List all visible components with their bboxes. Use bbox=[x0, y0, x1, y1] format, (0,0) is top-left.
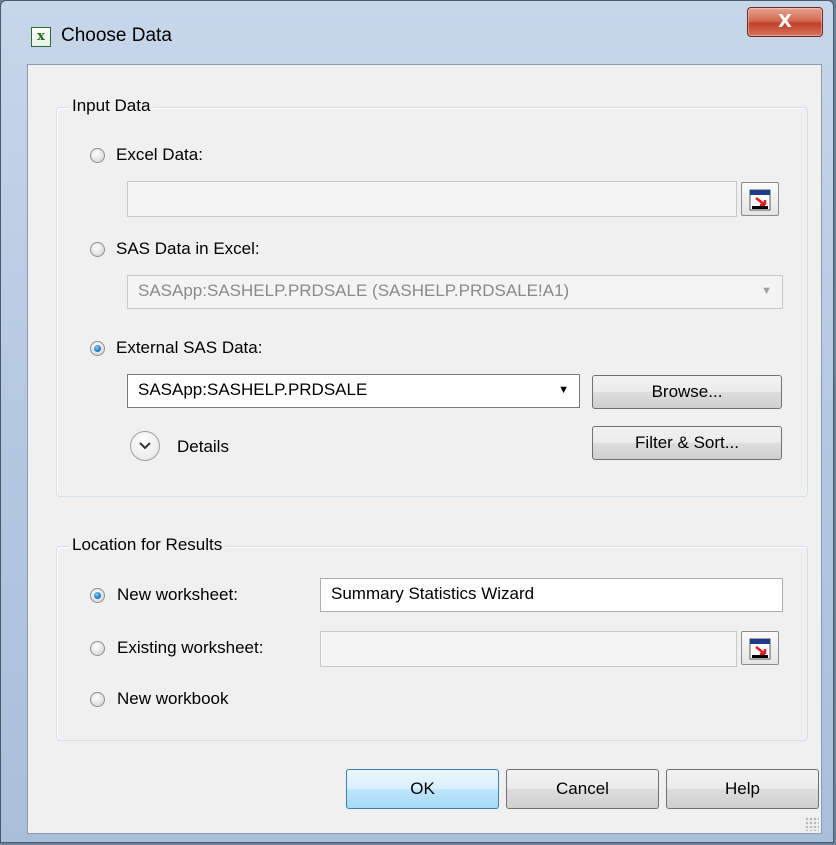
sas-data-in-excel-radio[interactable] bbox=[90, 242, 105, 257]
input-data-legend: Input Data bbox=[69, 96, 154, 116]
sas-data-in-excel-combo[interactable]: SASApp:SASHELP.PRDSALE (SASHELP.PRDSALE!… bbox=[127, 275, 783, 309]
sas-data-in-excel-label: SAS Data in Excel: bbox=[116, 239, 260, 258]
excel-x-icon: x bbox=[31, 27, 51, 47]
cancel-button[interactable]: Cancel bbox=[506, 769, 659, 809]
chevron-down-icon: ▼ bbox=[761, 285, 772, 297]
new-worksheet-radio[interactable] bbox=[90, 588, 105, 603]
existing-worksheet-field[interactable] bbox=[320, 631, 737, 667]
dialog-body: Input Data Excel Data: SAS Data in Excel… bbox=[27, 64, 822, 834]
browse-button[interactable]: Browse... bbox=[592, 375, 782, 409]
ok-button[interactable]: OK bbox=[346, 769, 499, 809]
help-button[interactable]: Help bbox=[666, 769, 819, 809]
close-button[interactable]: X bbox=[747, 7, 823, 37]
new-worksheet-label: New worksheet: bbox=[117, 585, 238, 604]
chevron-down-icon: ▼ bbox=[558, 384, 569, 396]
dialog-title: Choose Data bbox=[61, 25, 172, 46]
excel-data-radio[interactable] bbox=[90, 148, 105, 163]
filter-sort-button[interactable]: Filter & Sort... bbox=[592, 426, 782, 460]
new-workbook-radio[interactable] bbox=[90, 692, 105, 707]
resize-grip[interactable] bbox=[805, 817, 819, 831]
excel-data-field[interactable] bbox=[127, 181, 737, 217]
details-toggle[interactable] bbox=[130, 431, 160, 461]
excel-data-label: Excel Data: bbox=[116, 145, 203, 164]
external-sas-data-radio[interactable] bbox=[90, 341, 105, 356]
external-sas-data-combo[interactable]: SASApp:SASHELP.PRDSALE ▼ bbox=[127, 374, 580, 408]
details-label[interactable]: Details bbox=[177, 437, 229, 457]
chevron-down-circle-icon bbox=[139, 442, 151, 450]
cell-range-picker-icon bbox=[749, 638, 771, 660]
external-sas-data-label: External SAS Data: bbox=[116, 338, 263, 357]
sas-data-in-excel-value: SASApp:SASHELP.PRDSALE (SASHELP.PRDSALE!… bbox=[138, 281, 570, 300]
existing-worksheet-radio[interactable] bbox=[90, 641, 105, 656]
cell-range-picker-icon bbox=[749, 189, 771, 211]
external-sas-data-value: SASApp:SASHELP.PRDSALE bbox=[138, 380, 368, 399]
choose-data-dialog: x Choose Data X Input Data Excel Data: S… bbox=[0, 0, 834, 843]
title-bar[interactable]: x Choose Data X bbox=[1, 1, 833, 69]
excel-range-picker-button[interactable] bbox=[741, 182, 779, 216]
new-worksheet-name-input[interactable]: Summary Statistics Wizard bbox=[320, 578, 783, 612]
existing-range-picker-button[interactable] bbox=[741, 631, 779, 665]
existing-worksheet-label: Existing worksheet: bbox=[117, 638, 264, 657]
location-results-legend: Location for Results bbox=[69, 535, 226, 555]
new-workbook-label: New workbook bbox=[117, 689, 229, 708]
